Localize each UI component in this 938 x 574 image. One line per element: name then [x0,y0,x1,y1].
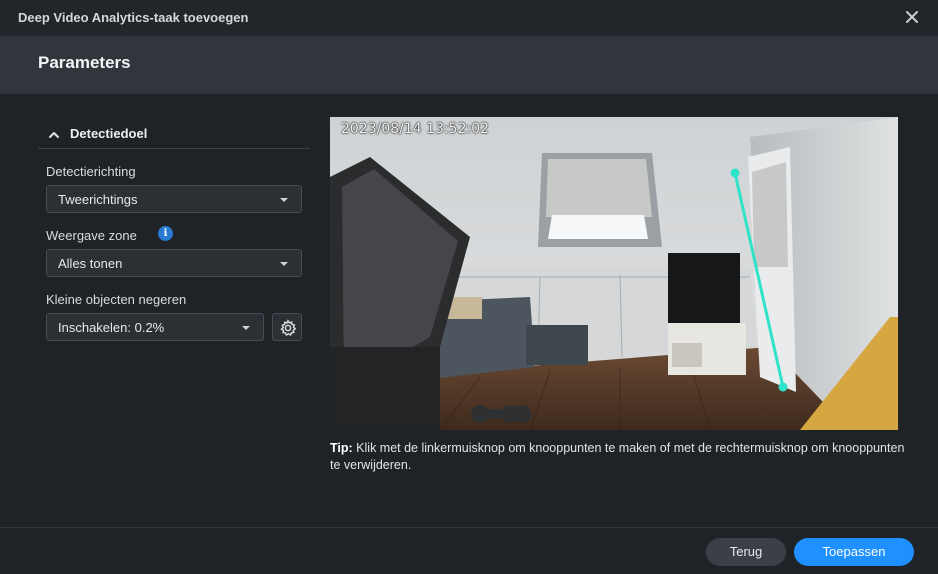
caret-down-icon [242,326,250,330]
dialog-titlebar: Deep Video Analytics-taak toevoegen [0,0,938,37]
small-objects-value: Inschakelen: 0.2% [58,320,165,335]
direction-label: Detectierichting [46,164,136,179]
tip-prefix: Tip: [330,441,353,455]
small-objects-select[interactable]: Inschakelen: 0.2% [46,313,264,341]
small-objects-label: Kleine objecten negeren [46,292,187,307]
preview-timestamp: 2023/08/14 13:52:02 [341,121,490,137]
direction-value: Tweerichtings [58,192,138,207]
zone-select[interactable]: Alles tonen [46,249,302,277]
tip-text: Tip: Klik met de linkermuisknop om knoop… [330,440,910,474]
section-title: Detectiedoel [70,126,148,141]
close-icon[interactable] [904,8,920,26]
small-objects-settings-button[interactable] [272,313,302,341]
direction-select[interactable]: Tweerichtings [46,185,302,213]
chevron-up-icon[interactable] [48,127,60,145]
caret-down-icon [280,198,288,202]
back-button[interactable]: Terug [706,538,786,566]
dialog-footer: Terug Toepassen [0,527,938,574]
page-header: Parameters [0,37,938,94]
tip-body: Klik met de linkermuisknop om knooppunte… [330,441,905,472]
section-header-detectiedoel[interactable]: Detectiedoel [38,118,310,149]
camera-image [330,117,898,430]
settings-panel: Detectiedoel [38,118,310,149]
apply-button[interactable]: Toepassen [794,538,914,566]
caret-down-icon [280,262,288,266]
zone-label: Weergave zone [46,228,137,243]
info-icon[interactable]: i [158,226,173,241]
gear-icon [280,319,297,337]
camera-preview[interactable]: 2023/08/14 13:52:02 [330,117,898,430]
dialog-title: Deep Video Analytics-taak toevoegen [18,10,249,25]
zone-value: Alles tonen [58,256,123,271]
page-title: Parameters [38,53,131,72]
